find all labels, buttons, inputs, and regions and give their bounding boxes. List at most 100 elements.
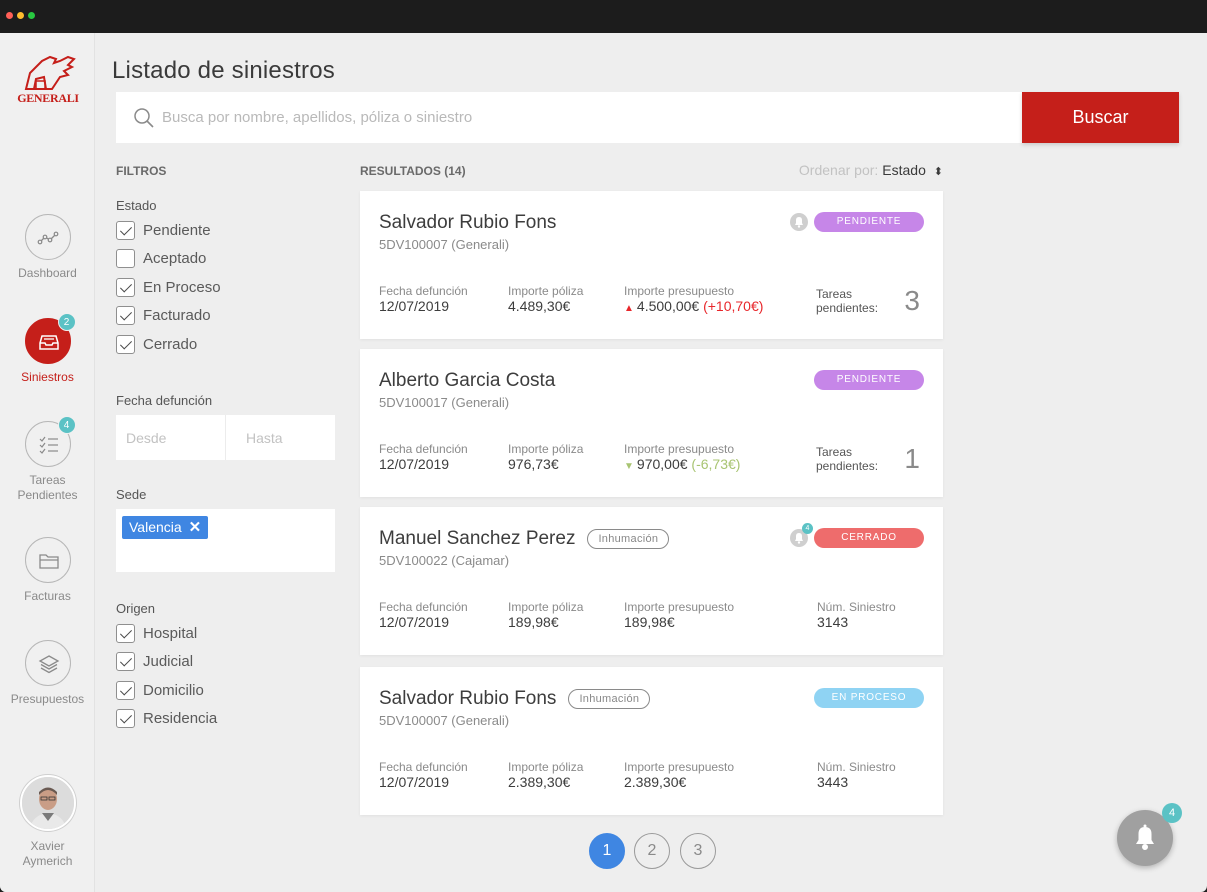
origen-option-residencia[interactable]: Residencia <box>116 705 336 734</box>
origen-option-domicilio[interactable]: Domicilio <box>116 676 336 705</box>
fecha-label: Fecha defunción <box>379 760 468 774</box>
nav-siniestros-circle[interactable]: 2 <box>24 313 76 364</box>
fecha-value: 12/07/2019 <box>379 456 450 472</box>
fecha-desde-input[interactable] <box>116 415 225 460</box>
nav-facturas[interactable]: Facturas <box>0 537 95 604</box>
sort-control[interactable]: Ordenar por: Estado ⬍ <box>799 162 943 178</box>
checkbox-label: Residencia <box>143 710 218 728</box>
poliza-value: 189,98€ <box>508 614 559 630</box>
checkbox[interactable] <box>116 680 135 700</box>
nav-dashboard-label: Dashboard <box>18 266 77 280</box>
folder-icon <box>38 554 59 569</box>
zoom-window-dot[interactable] <box>28 12 35 19</box>
presupuesto-value: 2.389,30€ <box>624 774 687 790</box>
sidebar: GENERALI Dashboard 2 Siniestros 4 Tareas… <box>0 33 95 892</box>
nav-presupuestos[interactable]: Presupuestos <box>0 640 95 707</box>
fecha-column: Fecha defunción 12/07/2019 <box>379 284 468 314</box>
num-siniestro-label: Núm. Siniestro <box>817 760 896 774</box>
bell-icon[interactable] <box>789 212 809 232</box>
claim-card[interactable]: Salvador Rubio Fons Inhumación 5DV100007 … <box>360 667 943 815</box>
nav-dashboard[interactable]: Dashboard <box>0 214 95 281</box>
user-photo-icon <box>22 777 74 829</box>
nav-tareas-label: Tareas Pendientes <box>17 473 78 502</box>
checkbox-label: Aceptado <box>143 250 207 268</box>
claim-name: Alberto Garcia Costa <box>379 370 555 392</box>
estado-option-aceptado[interactable]: Aceptado <box>116 245 336 274</box>
fecha-value: 12/07/2019 <box>379 298 450 314</box>
origen-option-hospital[interactable]: Hospital <box>116 619 336 648</box>
sort-arrows-icon[interactable]: ⬍ <box>934 166 943 178</box>
sort-label: Ordenar por: <box>798 162 879 178</box>
notifications-badge: 4 <box>1162 803 1182 823</box>
search-button[interactable]: Buscar <box>1022 92 1179 143</box>
page-button-3[interactable]: 3 <box>680 833 716 869</box>
tareas-badge: 4 <box>57 416 76 434</box>
minimize-window-dot[interactable] <box>17 12 24 19</box>
checkbox[interactable] <box>116 249 135 269</box>
claim-card[interactable]: Manuel Sanchez Perez Inhumación 5DV100022… <box>360 507 943 655</box>
fecha-hasta-input[interactable] <box>226 415 335 460</box>
checkbox[interactable] <box>116 709 135 729</box>
presupuesto-label: Importe presupuesto <box>624 600 735 614</box>
presupuesto-column: Importe presupuesto ▲ 4.500,00€ (+10,70€) <box>624 284 763 317</box>
user-avatar[interactable] <box>20 775 76 831</box>
nav-facturas-circle[interactable] <box>24 537 71 583</box>
filters-title: FILTROS <box>116 164 167 178</box>
bell-icon <box>1136 824 1154 850</box>
checkbox-label: Pendiente <box>143 221 211 239</box>
origen-option-judicial[interactable]: Judicial <box>116 648 336 677</box>
presupuesto-column: Importe presupuesto 2.389,30€ <box>624 760 734 790</box>
page-button-1[interactable]: 1 <box>589 833 625 869</box>
presupuesto-label: Importe presupuesto <box>624 442 735 456</box>
close-icon[interactable]: ✕ <box>189 516 202 539</box>
sede-tag: Valencia ✕ <box>122 516 209 539</box>
nav-tareas[interactable]: 4 Tareas Pendientes <box>0 416 95 503</box>
checkbox[interactable] <box>116 306 135 326</box>
checkbox-label: Judicial <box>143 653 194 671</box>
estado-option-en-proceso[interactable]: En Proceso <box>116 273 336 302</box>
checkbox[interactable] <box>116 277 135 297</box>
sede-input[interactable]: Valencia ✕ <box>116 509 335 572</box>
user-name-line2: Aymerich <box>22 854 73 868</box>
presupuesto-delta: (-6,73€) <box>691 456 741 472</box>
page-button-2[interactable]: 2 <box>634 833 670 869</box>
status-badge: EN PROCESO <box>814 688 924 708</box>
trend-down-icon: ▼ <box>624 461 634 472</box>
checkbox[interactable] <box>116 220 135 240</box>
presupuesto-value: ▼ 970,00€ (-6,73€) <box>624 456 740 475</box>
bell-icon[interactable]: 4 <box>789 523 813 548</box>
checkbox[interactable] <box>116 334 135 354</box>
tareas-label: Tareas pendientes: <box>816 445 878 473</box>
claim-name-text: Salvador Rubio Fons <box>379 212 557 233</box>
estado-option-facturado[interactable]: Facturado <box>116 302 336 331</box>
poliza-value: 976,73€ <box>508 456 559 472</box>
fecha-range <box>116 415 335 460</box>
sort-value[interactable]: Estado <box>882 162 926 178</box>
claim-card[interactable]: Salvador Rubio Fons 5DV100007 (Generali)… <box>360 191 943 339</box>
checkbox[interactable] <box>116 652 135 672</box>
estado-option-pendiente[interactable]: Pendiente <box>116 216 336 245</box>
poliza-column: Importe póliza 189,98€ <box>508 600 583 630</box>
claim-name-text: Manuel Sanchez Perez <box>379 528 576 549</box>
nav-siniestros[interactable]: 2 Siniestros <box>0 313 95 385</box>
generali-logo[interactable]: GENERALI <box>16 53 80 113</box>
nav-presupuestos-circle[interactable] <box>24 640 71 686</box>
fecha-column: Fecha defunción 12/07/2019 <box>379 442 468 472</box>
nav-facturas-label: Facturas <box>24 589 71 603</box>
fecha-column: Fecha defunción 12/07/2019 <box>379 760 468 790</box>
fecha-label: Fecha defunción <box>379 284 468 298</box>
claim-card[interactable]: Alberto Garcia Costa 5DV100017 (Generali… <box>360 349 943 497</box>
status-badge: PENDIENTE <box>814 212 924 232</box>
search-input[interactable] <box>162 92 1012 143</box>
nav-dashboard-circle[interactable] <box>24 214 71 260</box>
window-titlebar <box>0 0 1207 33</box>
estado-option-cerrado[interactable]: Cerrado <box>116 330 336 359</box>
checkbox[interactable] <box>116 623 135 643</box>
fecha-value: 12/07/2019 <box>379 614 450 630</box>
layers-icon <box>38 655 59 674</box>
close-window-dot[interactable] <box>6 12 13 19</box>
checkbox-label: Hospital <box>143 624 198 642</box>
nav-siniestros-label: Siniestros <box>21 370 74 384</box>
presupuesto-label: Importe presupuesto <box>624 760 735 774</box>
nav-tareas-circle[interactable]: 4 <box>24 416 76 467</box>
